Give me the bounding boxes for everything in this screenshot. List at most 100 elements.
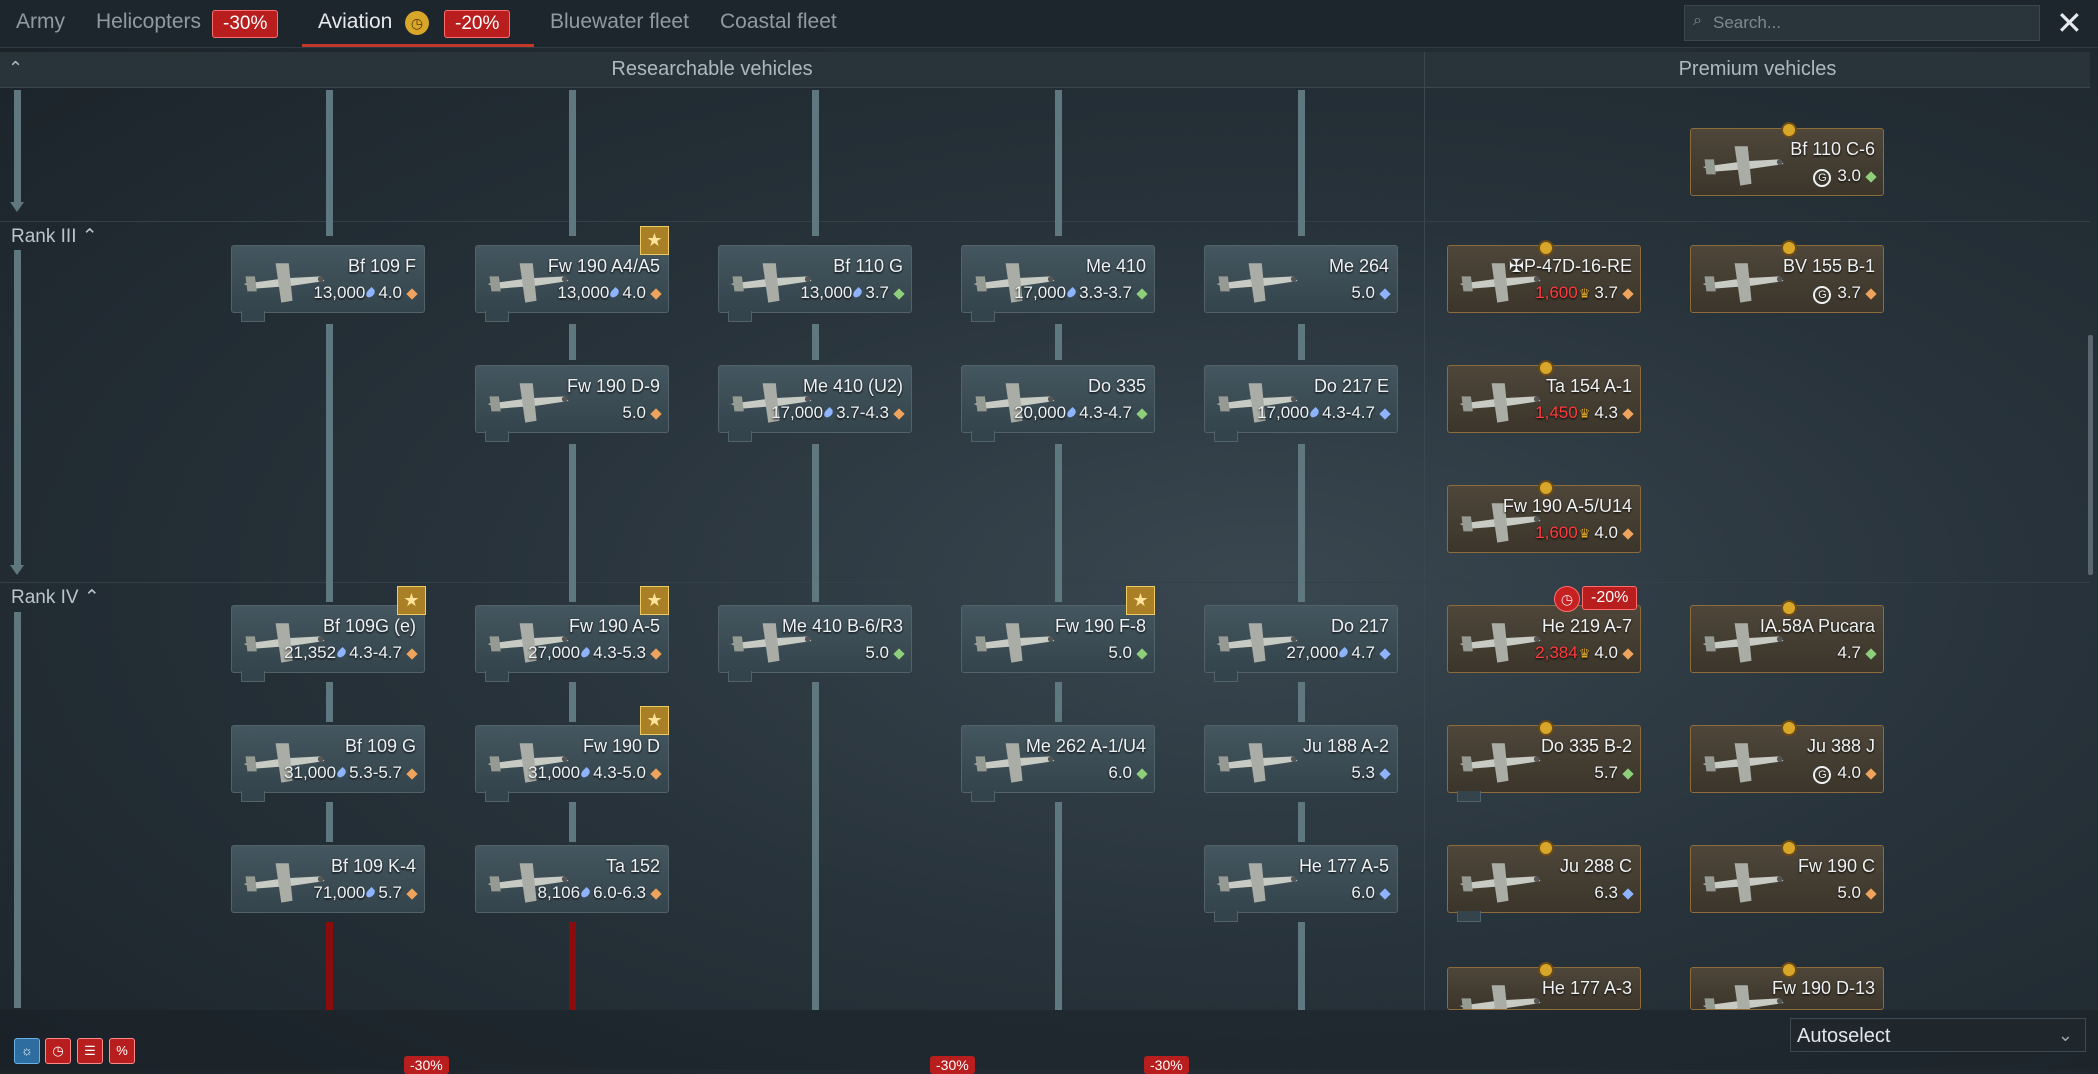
star-icon: ★ (397, 586, 426, 615)
card-stub (241, 671, 265, 682)
tree-connector (1055, 324, 1062, 360)
clock-icon: ◷ (405, 11, 429, 35)
vehicle-card-ta152[interactable]: Ta 152 8,106 6.0-6.3 (475, 845, 669, 913)
column-divider (1424, 52, 1425, 1010)
vehicle-name: Fw 190 A-5/U14 (1502, 496, 1632, 516)
vehicle-card-do335[interactable]: Do 335 20,000 4.3-4.7 (961, 365, 1155, 433)
tree-connector (569, 444, 576, 602)
battle-rating: 4.0 (1837, 763, 1861, 782)
vehicle-card-me410u2[interactable]: Me 410 (U2) 17,000 3.7-4.3 (718, 365, 912, 433)
search-input[interactable] (1711, 10, 2035, 36)
diamond-icon (1379, 288, 1391, 300)
helicopters-discount-badge: -30% (212, 10, 279, 38)
vehicle-card-me410[interactable]: Me 410 17,000 3.3-3.7 (961, 245, 1155, 313)
vehicle-card-ju188[interactable]: Ju 188 A-2 5.3 (1204, 725, 1398, 793)
vehicle-stats: 6.0 (1351, 883, 1391, 903)
battle-rating: 4.3-4.7 (1079, 403, 1132, 422)
rp-drop-icon (335, 646, 348, 660)
rp-drop-icon (822, 406, 835, 420)
research-points: 8,106 (537, 883, 581, 902)
diamond-icon (650, 888, 662, 900)
battle-rating: 4.3 (1594, 403, 1618, 422)
filter-discount-button[interactable]: % (109, 1038, 135, 1064)
search-box: ⌕ (1684, 5, 2040, 41)
filter-list-button[interactable]: ☰ (77, 1038, 103, 1064)
vehicle-card-me262[interactable]: Me 262 A-1/U4 6.0 (961, 725, 1155, 793)
battle-rating: 4.0 (378, 283, 402, 302)
aircraft-icon (1216, 863, 1298, 903)
collapse-all-icon[interactable]: ⌃ (8, 58, 23, 79)
autoselect-dropdown[interactable]: Autoselect ⌄ (1790, 1018, 2086, 1052)
tab-army[interactable]: Army (16, 10, 65, 34)
vehicle-name: Me 262 A-1/U4 (1025, 736, 1146, 756)
vehicle-card-fw190a5[interactable]: Fw 190 A-5 27,000 4.3-5.3 (475, 605, 669, 673)
vehicle-stats: 13,000 3.7 (800, 283, 905, 303)
rank-progress-bar (14, 250, 21, 570)
filter-research-button[interactable]: ☼ (14, 1038, 40, 1064)
vehicle-card-bf109ge[interactable]: Bf 109G (e) 21,352 4.3-4.7 (231, 605, 425, 673)
diamond-icon (1379, 648, 1391, 660)
vehicle-card-do217[interactable]: Do 217 27,000 4.7 (1204, 605, 1398, 673)
vehicle-card-bf109g[interactable]: Bf 109 G 31,000 5.3-5.7 (231, 725, 425, 793)
vehicle-card-me264[interactable]: Me 264 5.0 (1204, 245, 1398, 313)
premium-marker (1538, 240, 1554, 256)
battle-rating: 3.7 (865, 283, 889, 302)
vehicle-card-fw190d[interactable]: Fw 190 D 31,000 4.3-5.0 (475, 725, 669, 793)
battle-rating: 4.3-4.7 (349, 643, 402, 662)
diamond-icon (650, 408, 662, 420)
battle-rating: 5.0 (865, 643, 889, 662)
rp-drop-icon (1065, 286, 1078, 300)
premium-marker (1781, 240, 1797, 256)
scrollbar[interactable] (2088, 335, 2093, 575)
vehicle-stats: 31,000 5.3-5.7 (284, 763, 418, 783)
vehicle-stats: 4.7 (1837, 643, 1877, 663)
vehicle-card-me410b6[interactable]: Me 410 B-6/R3 5.0 (718, 605, 912, 673)
tree-connector (1055, 682, 1062, 722)
rank-separator (0, 221, 2090, 222)
card-stub (1457, 791, 1481, 802)
golden-eagle-icon: ♛ (1578, 646, 1591, 661)
clock-icon: ◷ (1554, 586, 1580, 612)
vehicle-card-bf110c6[interactable]: Bf 110 C-6 G 3.0 (1690, 128, 1884, 196)
aircraft-icon (1702, 743, 1784, 783)
vehicle-stats: 5.3 (1351, 763, 1391, 783)
rank-iv-label[interactable]: Rank IV ⌃ (11, 586, 100, 609)
aircraft-icon (1459, 623, 1541, 663)
vehicle-card-bf110g[interactable]: Bf 110 G 13,000 3.7 (718, 245, 912, 313)
diamond-icon (893, 648, 905, 660)
vehicle-stats: 21,352 4.3-4.7 (284, 643, 418, 663)
golden-eagle-icon: ♛ (1578, 526, 1591, 541)
diamond-icon (1622, 768, 1634, 780)
close-icon[interactable]: ✕ (2056, 6, 2083, 40)
vehicle-card-bf109f[interactable]: Bf 109 F 13,000 4.0 (231, 245, 425, 313)
vehicle-stats: 8,106 6.0-6.3 (537, 883, 662, 903)
research-points: 17,000 (1014, 283, 1067, 302)
diamond-icon (1622, 408, 1634, 420)
vehicle-card-fw190a4[interactable]: Fw 190 A4/A5 13,000 4.0 (475, 245, 669, 313)
vehicle-stats: 71,000 5.7 (313, 883, 418, 903)
rank-iii-label[interactable]: Rank III ⌃ (11, 225, 98, 248)
rp-drop-icon (608, 286, 621, 300)
filter-timed-button[interactable]: ◷ (45, 1038, 71, 1064)
tab-aviation[interactable]: Aviation (318, 10, 392, 34)
vehicle-card-he219[interactable]: He 219 A-7 2,384♛ 4.0 (1447, 605, 1641, 673)
battle-rating: 5.7 (378, 883, 402, 902)
vehicle-card-fw190f8[interactable]: Fw 190 F-8 5.0 (961, 605, 1155, 673)
vehicle-card-do217e[interactable]: Do 217 E 17,000 4.3-4.7 (1204, 365, 1398, 433)
tree-connector (812, 90, 819, 236)
battle-rating: 4.3-4.7 (1322, 403, 1375, 422)
vehicle-name: Bf 109 F (347, 256, 416, 276)
tab-helicopters[interactable]: Helicopters (96, 10, 201, 34)
vehicle-card-bf109k4[interactable]: Bf 109 K-4 71,000 5.7 (231, 845, 425, 913)
tab-bluewater-fleet[interactable]: Bluewater fleet (550, 10, 689, 34)
vehicle-stats: 17,000 3.3-3.7 (1014, 283, 1148, 303)
vehicle-card-fw190d9[interactable]: Fw 190 D-9 5.0 (475, 365, 669, 433)
vehicle-name: BV 155 B-1 (1782, 256, 1875, 276)
vehicle-stats: 1,450♛ 4.3 (1535, 403, 1634, 423)
tab-coastal-fleet[interactable]: Coastal fleet (720, 10, 837, 34)
battle-rating: 6.0 (1108, 763, 1132, 782)
battle-rating: 4.3-5.3 (593, 643, 646, 662)
card-stub (1214, 431, 1238, 442)
vehicle-card-he177a5[interactable]: He 177 A-5 6.0 (1204, 845, 1398, 913)
gift-icon: G (1813, 766, 1832, 784)
